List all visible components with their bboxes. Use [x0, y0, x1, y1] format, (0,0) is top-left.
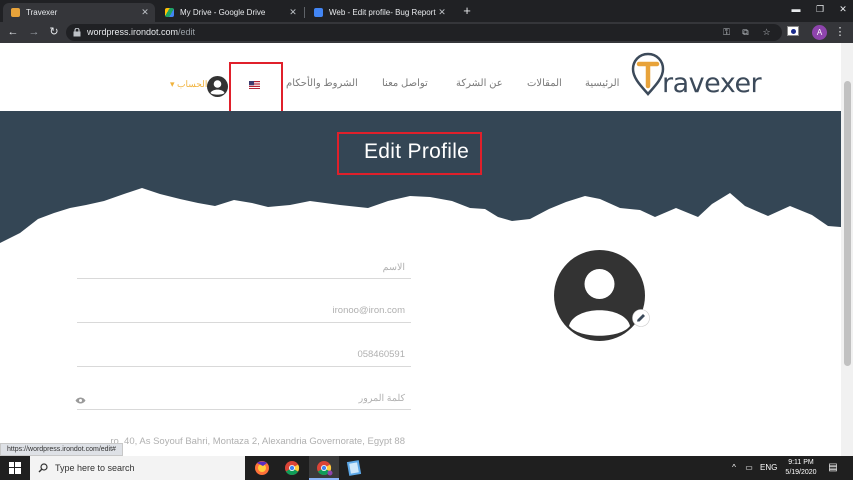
lock-icon [73, 28, 81, 37]
web-page: Travexer الرئيسية المقالات عن الشركة توا… [0, 43, 853, 456]
tab-bug-report[interactable]: Web - Edit profile- Bug Report ✕ [306, 3, 452, 22]
clock-time: 9:11 PM [788, 459, 814, 466]
clock-date: 5/19/2020 [785, 469, 817, 476]
tab-title: Web - Edit profile- Bug Report [329, 8, 436, 17]
tab-travexer[interactable]: Travexer ✕ [3, 3, 155, 22]
action-center-notification-icon[interactable]: ▤ [826, 456, 840, 480]
minimize-window-icon[interactable]: ▬ [788, 2, 804, 16]
show-password-eye-icon[interactable] [75, 397, 86, 404]
status-bar-url: https://wordpress.irondot.com/edit# [0, 443, 123, 456]
travexer-favicon-icon [11, 8, 20, 17]
windows-start-icon[interactable] [0, 456, 30, 480]
tab-google-drive[interactable]: My Drive - Google Drive ✕ [157, 3, 303, 22]
taskbar-clock[interactable]: 9:11 PM 5/19/2020 [778, 458, 824, 478]
reload-icon[interactable]: ↻ [46, 25, 62, 39]
close-tab-icon[interactable]: ✕ [436, 7, 448, 18]
site-logo-text[interactable]: Travexer [650, 68, 762, 99]
close-tab-icon[interactable]: ✕ [287, 7, 299, 18]
restore-window-icon[interactable]: ❐ [812, 2, 828, 16]
extension-flag-icon[interactable] [787, 26, 799, 36]
profile-photo-avatar[interactable] [554, 250, 645, 341]
email-field[interactable]: ironoo@iron.com [333, 305, 405, 316]
close-tab-icon[interactable]: ✕ [139, 7, 151, 18]
phone-field[interactable]: 058460591 [357, 349, 405, 360]
page-title-highlight [337, 132, 482, 175]
search-icon [38, 463, 48, 473]
chrome-icon [317, 461, 333, 476]
translate-icon[interactable]: ⧉ [739, 26, 752, 39]
user-account-icon[interactable] [207, 76, 228, 97]
key-icon[interactable]: ⚿ [720, 26, 733, 39]
firefox-icon[interactable] [249, 458, 275, 478]
close-window-icon[interactable]: ✕ [835, 2, 851, 16]
forward-arrow-icon[interactable]: → [26, 25, 42, 39]
search-placeholder: Type here to search [55, 463, 135, 473]
notepad-icon[interactable] [341, 458, 367, 478]
edit-pencil-icon[interactable] [632, 309, 650, 327]
menu-dots-icon[interactable]: ⋮ [832, 25, 848, 39]
google-docs-favicon-icon [314, 8, 323, 17]
chevron-down-icon: ▾ [170, 79, 178, 89]
field-underline [77, 409, 411, 410]
nav-articles-link[interactable]: المقالات [527, 78, 562, 89]
input-language[interactable]: ENG [760, 456, 777, 480]
language-switcher-highlight [229, 62, 283, 113]
tab-title: My Drive - Google Drive [180, 8, 266, 17]
nav-terms-link[interactable]: الشروط والأحكام [286, 78, 358, 89]
tab-separator [304, 7, 305, 18]
url-text: wordpress.irondot.com/edit [87, 24, 195, 41]
field-underline [77, 278, 411, 279]
nav-about-link[interactable]: عن الشركة [456, 78, 503, 89]
field-underline [77, 366, 411, 367]
network-icon[interactable]: ▭ [743, 456, 755, 480]
nav-home-link[interactable]: الرئيسية [585, 78, 619, 89]
address-field[interactable]: ...ro, 40, As Soyouf Bahri, Montaza 2, A… [102, 436, 405, 447]
tab-title: Travexer [26, 8, 58, 17]
bookmark-star-icon[interactable]: ☆ [760, 26, 773, 39]
browser-tab-strip: Travexer ✕ My Drive - Google Drive ✕ Web… [0, 0, 853, 22]
password-field[interactable]: كلمة المرور [359, 393, 405, 404]
address-bar[interactable]: wordpress.irondot.com/edit ⚿ ⧉ ☆ [66, 24, 782, 41]
browser-toolbar: ← → ↻ wordpress.irondot.com/edit ⚿ ⧉ ☆ A… [0, 22, 853, 43]
account-menu-link[interactable]: ▾ الحساب [170, 79, 207, 90]
url-path: /edit [178, 27, 196, 37]
name-field[interactable]: الاسم [383, 262, 405, 273]
google-drive-favicon-icon [165, 8, 174, 17]
url-domain: wordpress.irondot.com [87, 27, 179, 37]
taskbar-active-app[interactable] [309, 456, 339, 480]
profile-avatar-icon[interactable]: A [812, 25, 827, 40]
account-label: الحساب [177, 79, 208, 89]
taskbar-search-box[interactable]: Type here to search [30, 456, 245, 480]
back-arrow-icon[interactable]: ← [5, 25, 21, 39]
nav-contact-link[interactable]: تواصل معنا [382, 78, 428, 89]
show-hidden-icons-chevron-up-icon[interactable]: ^ [728, 456, 740, 480]
new-tab-plus-icon[interactable]: + [460, 3, 474, 19]
windows-taskbar: Type here to search ^ ▭ ENG 9:11 PM 5/19… [0, 456, 853, 480]
chrome-icon[interactable] [279, 458, 305, 478]
field-underline [77, 322, 411, 323]
scrollbar-thumb[interactable] [844, 81, 851, 366]
logo-rest: ravexer [662, 68, 762, 99]
